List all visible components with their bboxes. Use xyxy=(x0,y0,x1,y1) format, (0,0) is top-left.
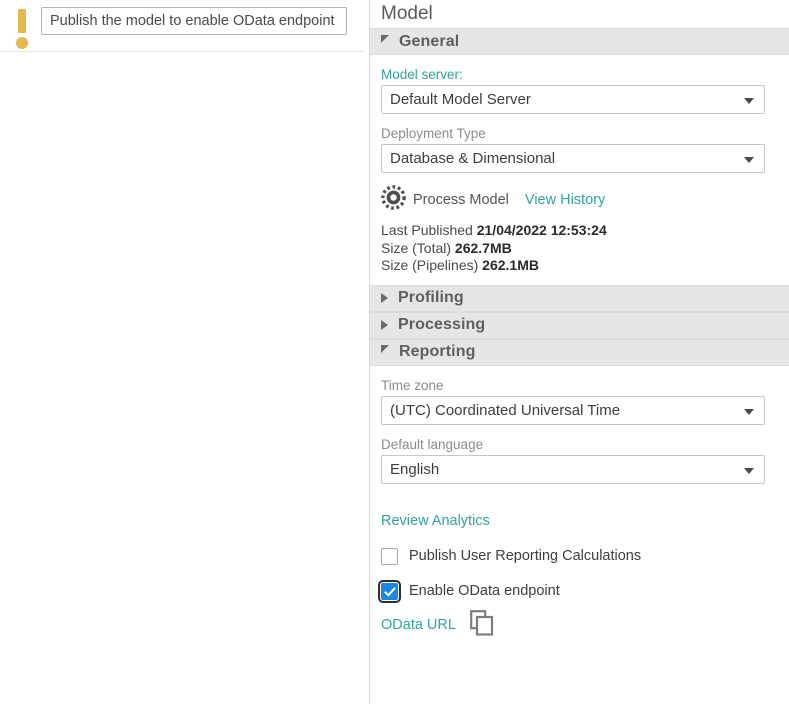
last-published-value: 21/04/2022 12:53:24 xyxy=(477,222,607,238)
triangle-right-icon xyxy=(381,320,388,330)
triangle-down-icon xyxy=(381,35,389,43)
view-history-link[interactable]: View History xyxy=(525,192,605,208)
exclamation-dot xyxy=(16,37,28,49)
deployment-type-select[interactable]: Database & Dimensional xyxy=(381,144,765,173)
exclamation-bar xyxy=(18,9,26,33)
section-header-reporting[interactable]: Reporting xyxy=(370,339,789,366)
deployment-type-label: Deployment Type xyxy=(381,126,789,141)
tooltip-publish-model: Publish the model to enable OData endpoi… xyxy=(41,7,347,35)
process-model-label[interactable]: Process Model xyxy=(413,192,509,208)
odata-url-link[interactable]: OData URL xyxy=(381,617,456,633)
section-label-reporting: Reporting xyxy=(399,343,475,361)
last-published-label: Last Published xyxy=(381,222,473,238)
gear-icon[interactable] xyxy=(381,185,406,215)
section-label-processing: Processing xyxy=(398,316,485,334)
time-zone-select[interactable]: (UTC) Coordinated Universal Time xyxy=(381,396,765,425)
size-pipelines-label: Size (Pipelines) xyxy=(381,257,478,273)
default-language-label: Default language xyxy=(381,437,789,452)
size-total-row: Size (Total) 262.7MB xyxy=(381,240,789,258)
default-language-value: English xyxy=(390,461,439,478)
chevron-down-icon xyxy=(744,157,754,163)
triangle-down-icon xyxy=(381,345,389,353)
size-total-value: 262.7MB xyxy=(455,240,512,256)
enable-odata-label: Enable OData endpoint xyxy=(409,583,560,599)
process-model-row: Process Model View History xyxy=(381,185,789,215)
last-published-row: Last Published 21/04/2022 12:53:24 xyxy=(381,222,789,240)
warning-exclamation-icon xyxy=(15,9,29,49)
section-header-processing[interactable]: Processing xyxy=(370,312,789,339)
section-body-general: Model server: Default Model Server Deplo… xyxy=(370,55,789,285)
publish-user-reporting-label: Publish User Reporting Calculations xyxy=(409,548,641,564)
default-language-select[interactable]: English xyxy=(381,455,765,484)
enable-odata-checkbox[interactable] xyxy=(381,583,398,600)
section-body-reporting: Time zone (UTC) Coordinated Universal Ti… xyxy=(370,366,789,651)
odata-url-row: OData URL xyxy=(381,610,789,641)
time-zone-value: (UTC) Coordinated Universal Time xyxy=(390,402,620,419)
deployment-type-value: Database & Dimensional xyxy=(390,150,555,167)
section-label-general: General xyxy=(399,33,459,51)
size-pipelines-row: Size (Pipelines) 262.1MB xyxy=(381,257,789,275)
publish-user-reporting-checkbox[interactable] xyxy=(381,548,398,565)
model-server-select[interactable]: Default Model Server xyxy=(381,85,765,114)
section-label-profiling: Profiling xyxy=(398,289,464,307)
spacer xyxy=(381,496,789,512)
left-content-area: Publish the model to enable OData endpoi… xyxy=(0,0,366,704)
tooltip-text: Publish the model to enable OData endpoi… xyxy=(50,13,335,29)
chevron-down-icon xyxy=(744,409,754,415)
triangle-right-icon xyxy=(381,293,388,303)
copy-to-clipboard-icon[interactable] xyxy=(470,610,494,641)
size-total-label: Size (Total) xyxy=(381,240,451,256)
time-zone-label: Time zone xyxy=(381,378,789,393)
model-server-value: Default Model Server xyxy=(390,91,531,108)
model-properties-panel: Model General Model server: Default Mode… xyxy=(369,0,789,704)
page-title: Model xyxy=(370,0,789,28)
model-server-label: Model server: xyxy=(381,67,789,82)
review-analytics-link[interactable]: Review Analytics xyxy=(381,513,490,529)
section-header-general[interactable]: General xyxy=(370,28,789,55)
size-pipelines-value: 262.1MB xyxy=(482,257,539,273)
publish-user-reporting-row[interactable]: Publish User Reporting Calculations xyxy=(381,548,789,565)
section-header-profiling[interactable]: Profiling xyxy=(370,285,789,312)
chevron-down-icon xyxy=(744,98,754,104)
horizontal-divider xyxy=(0,51,364,52)
chevron-down-icon xyxy=(744,468,754,474)
enable-odata-row[interactable]: Enable OData endpoint xyxy=(381,583,789,600)
